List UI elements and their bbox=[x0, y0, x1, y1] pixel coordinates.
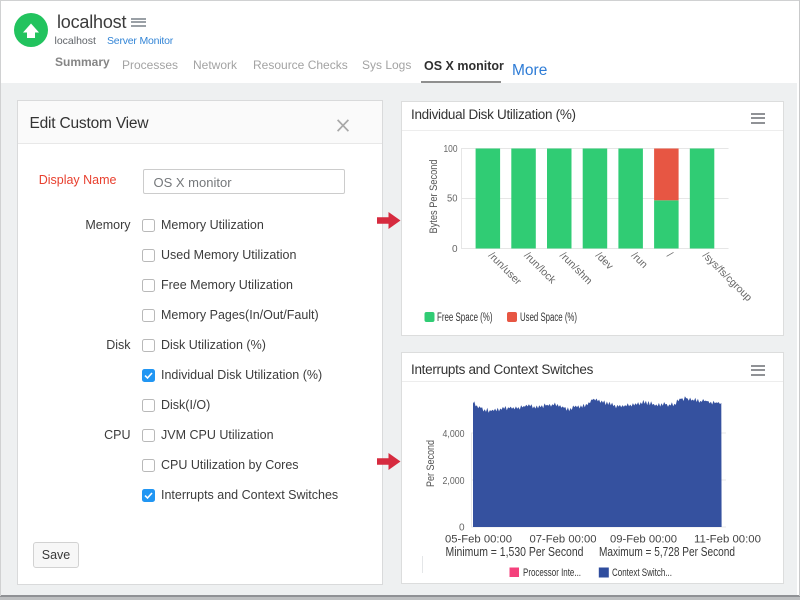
svg-text:100: 100 bbox=[444, 144, 458, 155]
svg-text:/run/shm: /run/shm bbox=[557, 250, 595, 288]
svg-text:Maximum = 5,728 Per Second: Maximum = 5,728 Per Second bbox=[599, 545, 735, 559]
svg-text:Per Second: Per Second bbox=[425, 440, 437, 487]
svg-text:/dev: /dev bbox=[593, 250, 616, 273]
svg-text:11-Feb 00:00: 11-Feb 00:00 bbox=[694, 534, 761, 546]
svg-text:4,000: 4,000 bbox=[443, 429, 465, 440]
svg-text:Free Space (%): Free Space (%) bbox=[437, 312, 493, 324]
svg-text:Minimum = 1,530 Per Second: Minimum = 1,530 Per Second bbox=[446, 545, 584, 559]
svg-text:/sys/fs/cgroup: /sys/fs/cgroup bbox=[700, 250, 754, 304]
svg-text:50: 50 bbox=[447, 194, 458, 205]
svg-text:/run/user: /run/user bbox=[486, 250, 524, 288]
svg-text:Used Space (%): Used Space (%) bbox=[520, 312, 577, 324]
svg-text:Context Switch...: Context Switch... bbox=[612, 567, 672, 579]
svg-text:Bytes Per Second: Bytes Per Second bbox=[428, 160, 440, 234]
svg-text:07-Feb 00:00: 07-Feb 00:00 bbox=[530, 534, 597, 546]
svg-text:/: / bbox=[664, 250, 675, 261]
svg-text:/run: /run bbox=[629, 250, 650, 271]
svg-text:0: 0 bbox=[459, 523, 465, 534]
svg-text:2,000: 2,000 bbox=[443, 476, 465, 487]
svg-text:05-Feb 00:00: 05-Feb 00:00 bbox=[445, 534, 512, 546]
svg-text:09-Feb 00:00: 09-Feb 00:00 bbox=[610, 534, 677, 546]
svg-text:0: 0 bbox=[452, 244, 458, 255]
svg-text:Processor Inte...: Processor Inte... bbox=[523, 567, 581, 579]
svg-text:/run/lock: /run/lock bbox=[521, 250, 558, 287]
